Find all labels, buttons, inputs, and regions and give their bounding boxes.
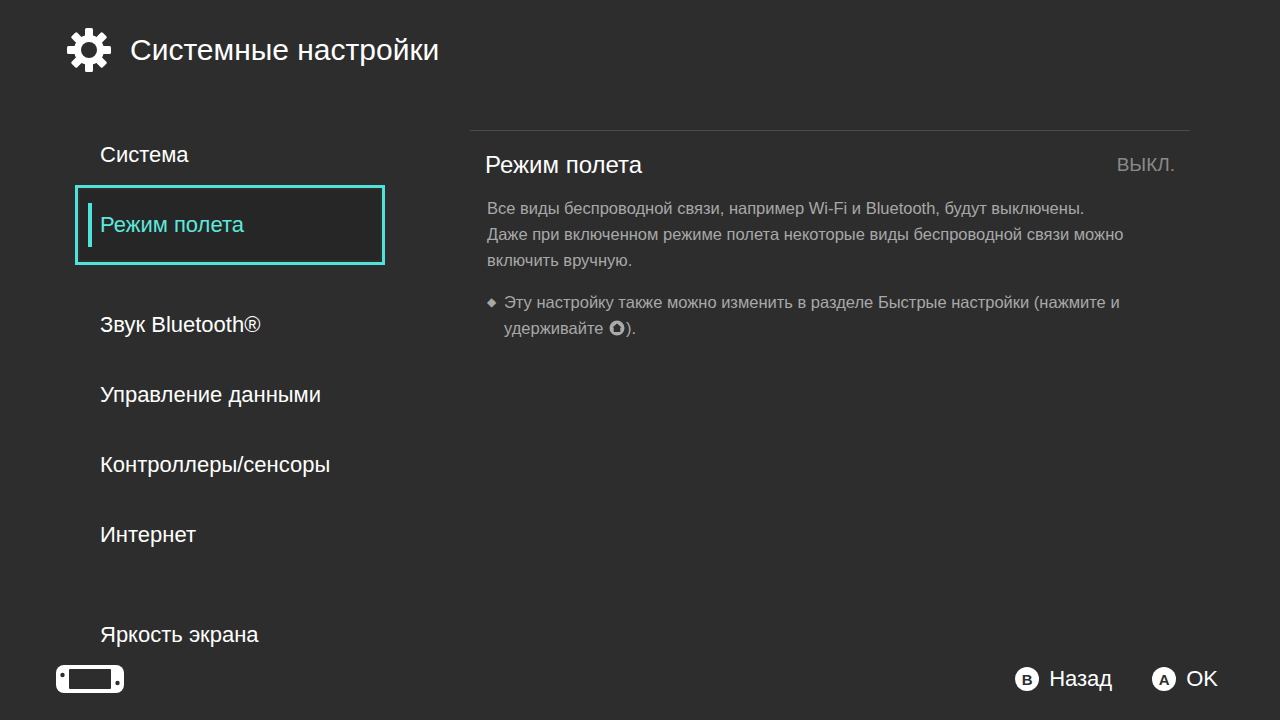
sidebar-item[interactable]: Интернет [80,500,380,570]
header: Системные настройки [0,0,1280,100]
button-key-icon: B [1015,667,1039,691]
setting-note: ◆Эту настройку также можно изменить в ра… [470,289,1190,341]
sidebar-item[interactable]: Режим полета [80,190,380,260]
sidebar-item[interactable]: Система [80,120,380,190]
window-title: Системные настройки [130,33,439,67]
sidebar-group: Звук Bluetooth®Управление даннымиКонтрол… [0,290,405,570]
sidebar-group: СистемаРежим полета [0,120,405,260]
setting-title: Режим полета [485,151,642,179]
sidebar-group: Яркость экрана [0,600,405,670]
footer-button[interactable]: BНазад [1015,666,1112,692]
detail-panel: Режим полета ВЫКЛ. Все виды беспроводной с… [470,100,1190,644]
sidebar-item[interactable]: Звук Bluetooth® [80,290,380,360]
sidebar-item[interactable]: Яркость экрана [80,600,380,670]
button-key-icon: A [1152,667,1176,691]
setting-value: ВЫКЛ. [1117,154,1175,176]
gear-icon [66,27,112,73]
sidebar: СистемаРежим полета Звук Bluetooth®Управл… [0,100,405,644]
setting-description: Все виды беспроводной связи, например Wi… [470,195,1190,273]
sidebar-item[interactable]: Контроллеры/сенсоры [80,430,380,500]
sidebar-item[interactable]: Управление данными [80,360,380,430]
footer-bar: BНазад AOK [0,644,1280,720]
footer-button[interactable]: AOK [1152,666,1218,692]
console-icon [55,664,125,694]
settings-screen: Системные настройкиСистемаРежим полетаЗв… [0,0,1280,720]
setting-row[interactable]: Режим полета ВЫКЛ. [470,130,1190,195]
selection-accent [88,203,92,247]
home-button-icon [609,320,625,336]
